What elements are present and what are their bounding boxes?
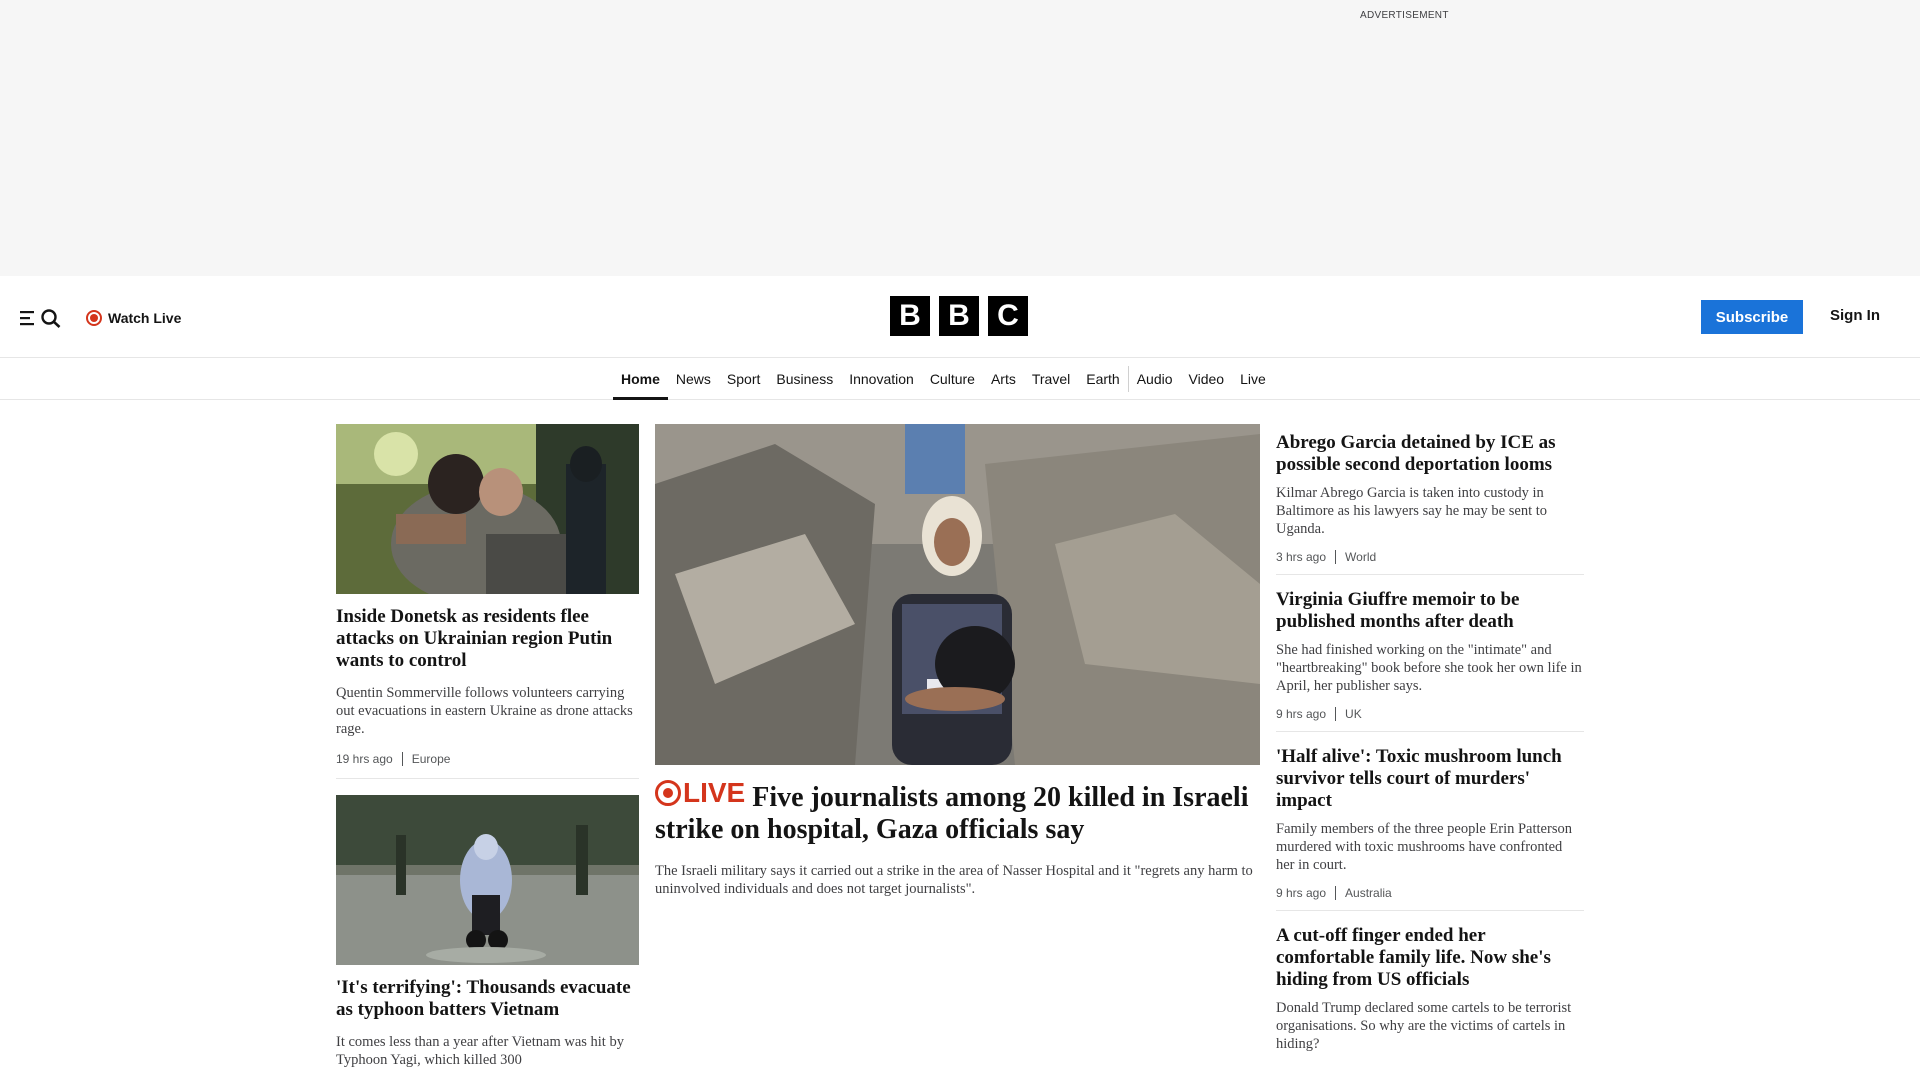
story-summary: Quentin Sommerville follows volunteers c… (336, 685, 633, 737)
logo-letter: B (939, 296, 979, 336)
sign-in-link[interactable]: Sign In (1830, 307, 1880, 324)
story-tag[interactable]: Europe (412, 752, 451, 766)
story-headline[interactable]: A cut-off finger ended her comfortable f… (1276, 925, 1584, 991)
story-time: 9 hrs ago (1276, 886, 1327, 900)
live-label: LIVE (683, 777, 746, 808)
story-card[interactable]: 'Half alive': Toxic mushroom lunch survi… (1276, 738, 1584, 911)
menu-search-button[interactable] (20, 307, 62, 329)
nav-item-news[interactable]: News (668, 358, 719, 400)
hero-summary: The Israeli military says it carried out… (655, 863, 1253, 897)
story-image (336, 424, 639, 594)
story-summary: Family members of the three people Erin … (1276, 821, 1572, 873)
hero-headline[interactable]: LIVE Five journalists among 20 killed in… (655, 777, 1260, 846)
nav-item-audio[interactable]: Audio (1129, 358, 1181, 400)
story-summary: Donald Trump declared some cartels to be… (1276, 1000, 1572, 1052)
advertisement-area: ADVERTISEMENT (0, 0, 1920, 276)
hero-column: LIVE Five journalists among 20 killed in… (655, 424, 1260, 898)
watch-live-button[interactable]: Watch Live (86, 306, 181, 330)
story-meta: 19 hrs ago Europe (336, 752, 639, 766)
watch-live-label: Watch Live (108, 310, 182, 326)
meta-divider (1335, 707, 1337, 721)
nav-list: Home News Sport Business Innovation Cult… (613, 358, 1274, 400)
story-tag[interactable]: Australia (1345, 886, 1392, 900)
subscribe-button[interactable]: Subscribe (1701, 300, 1803, 334)
nav-item-innovation[interactable]: Innovation (841, 358, 922, 400)
logo-letter: C (988, 296, 1028, 336)
logo-letter: B (890, 296, 930, 336)
story-card[interactable]: A cut-off finger ended her comfortable f… (1276, 917, 1584, 1063)
story-card[interactable]: Abrego Garcia detained by ICE as possibl… (1276, 424, 1584, 575)
live-icon (655, 780, 681, 806)
nav-item-live[interactable]: Live (1232, 358, 1274, 400)
story-time: 3 hrs ago (1276, 550, 1327, 564)
meta-divider (401, 752, 403, 766)
left-column: Inside Donetsk as residents flee attacks… (336, 424, 639, 1069)
story-headline[interactable]: Abrego Garcia detained by ICE as possibl… (1276, 432, 1584, 476)
main-nav: Home News Sport Business Innovation Cult… (0, 358, 1920, 400)
story-summary: It comes less than a year after Vietnam … (336, 1034, 624, 1068)
hero-headline-text: Five journalists among 20 killed in Isra… (655, 782, 1249, 845)
hero-image (655, 424, 1260, 765)
story-image (336, 795, 639, 965)
story-card[interactable]: 'It's terrifying': Thousands evacuate as… (336, 795, 639, 1069)
meta-divider (1335, 886, 1337, 900)
nav-item-home[interactable]: Home (613, 358, 668, 400)
advertisement-label: ADVERTISEMENT (1360, 10, 1449, 21)
hero-story[interactable]: LIVE Five journalists among 20 killed in… (655, 424, 1260, 898)
story-headline[interactable]: 'Half alive': Toxic mushroom lunch survi… (1276, 746, 1584, 812)
story-tag[interactable]: UK (1345, 707, 1362, 721)
nav-item-business[interactable]: Business (768, 358, 841, 400)
nav-item-earth[interactable]: Earth (1078, 358, 1127, 400)
nav-item-sport[interactable]: Sport (719, 358, 768, 400)
story-meta: 3 hrs ago World (1276, 550, 1584, 564)
nav-item-travel[interactable]: Travel (1024, 358, 1078, 400)
nav-item-arts[interactable]: Arts (983, 358, 1024, 400)
live-badge: LIVE (655, 777, 745, 809)
bbc-logo[interactable]: B B C (890, 296, 1028, 336)
live-dot-icon (86, 310, 102, 326)
story-meta: 9 hrs ago Australia (1276, 886, 1584, 900)
story-summary: Kilmar Abrego Garcia is taken into custo… (1276, 485, 1548, 537)
search-icon (41, 309, 61, 328)
masthead: Watch Live B B C Subscribe Sign In (0, 276, 1920, 358)
story-headline[interactable]: 'It's terrifying': Thousands evacuate as… (336, 977, 639, 1021)
story-tag[interactable]: World (1345, 550, 1376, 564)
story-card[interactable]: Virginia Giuffre memoir to be published … (1276, 581, 1584, 732)
nav-item-video[interactable]: Video (1181, 358, 1233, 400)
nav-item-culture[interactable]: Culture (922, 358, 983, 400)
right-column: Abrego Garcia detained by ICE as possibl… (1276, 424, 1584, 1063)
meta-divider (1335, 550, 1337, 564)
story-card[interactable]: Inside Donetsk as residents flee attacks… (336, 424, 639, 779)
story-headline[interactable]: Inside Donetsk as residents flee attacks… (336, 606, 639, 672)
story-time: 19 hrs ago (336, 752, 393, 766)
story-headline[interactable]: Virginia Giuffre memoir to be published … (1276, 589, 1584, 633)
story-meta: 9 hrs ago UK (1276, 707, 1584, 721)
menu-icon (20, 311, 34, 326)
story-time: 9 hrs ago (1276, 707, 1327, 721)
story-summary: She had finished working on the "intimat… (1276, 642, 1582, 694)
